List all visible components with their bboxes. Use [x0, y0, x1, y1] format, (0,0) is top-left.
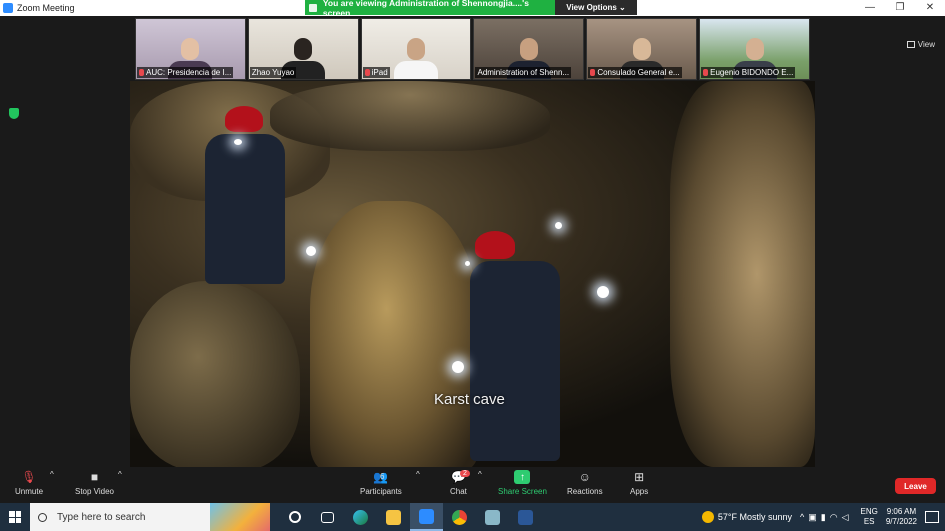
- grid-view-icon: [906, 41, 915, 48]
- meeting-toolbar: 🎙 Unmute ^ ■ Stop Video ^ 👥 6 Participan…: [0, 467, 945, 503]
- muted-mic-icon: [139, 69, 144, 76]
- word-icon[interactable]: [509, 503, 542, 531]
- muted-mic-icon: [590, 69, 596, 76]
- participant-tile[interactable]: Zhao Yuyao: [247, 18, 359, 80]
- leave-button[interactable]: Leave: [895, 478, 936, 494]
- stalactite-formation: [270, 81, 550, 151]
- clock-time: 9:06 AM: [886, 507, 917, 516]
- system-tray: 57°F Mostly sunny ^ ▣ ▮ ◠ ◁ ENG ES 9:06 …: [701, 503, 945, 531]
- share-screen-button[interactable]: ↑ Share Screen: [498, 470, 547, 496]
- participant-name-label: Zhao Yuyao: [249, 67, 297, 78]
- security-shield-icon[interactable]: [9, 108, 19, 119]
- weather-text: 57°F Mostly sunny: [717, 512, 793, 522]
- caver-figure: [190, 106, 310, 306]
- windows-logo-icon: [9, 511, 21, 523]
- search-icon: [38, 512, 47, 522]
- cortana-icon[interactable]: [278, 503, 311, 531]
- zoom-app-icon: [3, 3, 13, 13]
- participant-tile[interactable]: AUC: Presidencia de I...: [135, 18, 246, 80]
- participant-strip: AUC: Presidencia de I... Zhao Yuyao iPad…: [135, 18, 810, 80]
- cave-light: [555, 222, 562, 229]
- participants-options-caret[interactable]: ^: [416, 470, 420, 479]
- task-view-icon[interactable]: [311, 503, 344, 531]
- search-highlight-image: [210, 503, 270, 531]
- cave-column: [670, 81, 815, 467]
- participant-name-label: iPad: [362, 67, 390, 78]
- view-button-label: View: [917, 40, 935, 49]
- pinned-apps: [278, 503, 542, 531]
- wifi-icon[interactable]: ◠: [830, 512, 838, 523]
- notification-center-icon[interactable]: [925, 511, 939, 523]
- participant-name-label: Administration of Shenn...: [475, 67, 572, 78]
- cave-boulder: [130, 281, 300, 467]
- muted-mic-icon: [703, 69, 709, 76]
- share-screen-icon: ↑: [514, 470, 531, 484]
- participant-name-label: Consulado General e...: [588, 67, 682, 78]
- audio-options-caret[interactable]: ^: [50, 470, 54, 479]
- microphone-icon[interactable]: ▮: [821, 512, 826, 523]
- participant-name-label: AUC: Presidencia de I...: [137, 67, 234, 78]
- share-banner: You are viewing Administration of Shenno…: [305, 0, 637, 18]
- window-title: Zoom Meeting: [17, 3, 75, 13]
- chat-unread-badge: 2: [460, 470, 470, 477]
- video-caption: Karst cave: [434, 391, 505, 408]
- headlamp-light: [234, 139, 242, 145]
- chat-options-caret[interactable]: ^: [478, 470, 482, 479]
- start-button[interactable]: [0, 503, 30, 531]
- muted-mic-icon: [364, 69, 370, 76]
- viewing-notice-text: You are viewing Administration of Shenno…: [322, 0, 529, 18]
- participant-tile[interactable]: iPad: [360, 18, 472, 80]
- chrome-icon[interactable]: [443, 503, 476, 531]
- windows-taskbar: Type here to search 57°F Mostly sunny ^ …: [0, 503, 945, 531]
- participant-avatar: [394, 38, 439, 79]
- participant-tile[interactable]: Consulado General e...: [586, 18, 698, 80]
- close-button[interactable]: ✕: [915, 0, 945, 16]
- share-indicator-icon: [309, 3, 317, 12]
- stop-video-button[interactable]: ■ Stop Video: [75, 470, 114, 496]
- unmute-button[interactable]: 🎙 Unmute: [15, 470, 43, 496]
- cave-light: [597, 286, 609, 298]
- file-explorer-icon[interactable]: [377, 503, 410, 531]
- muted-microphone-icon: 🎙: [21, 470, 37, 484]
- search-placeholder: Type here to search: [57, 511, 146, 523]
- video-options-caret[interactable]: ^: [118, 470, 122, 479]
- language-indicator[interactable]: ENG ES: [861, 507, 878, 527]
- cave-light: [465, 261, 470, 266]
- video-camera-icon: ■: [90, 470, 99, 484]
- window-controls: — ❐ ✕: [855, 0, 945, 16]
- flashlight-light: [306, 246, 316, 256]
- edge-icon[interactable]: [344, 503, 377, 531]
- participants-count: 6: [380, 472, 385, 481]
- minimize-button[interactable]: —: [855, 0, 885, 16]
- chat-button[interactable]: 💬 2 Chat: [450, 470, 470, 496]
- taskbar-search-box[interactable]: Type here to search: [30, 503, 270, 531]
- participant-tile[interactable]: Administration of Shenn...: [473, 18, 585, 80]
- apps-button[interactable]: ⊞ Apps: [630, 470, 648, 496]
- weather-widget[interactable]: 57°F Mostly sunny: [701, 511, 793, 523]
- network-icon[interactable]: ▣: [808, 512, 817, 523]
- show-hidden-icons[interactable]: ^: [800, 512, 804, 522]
- view-button[interactable]: View: [906, 40, 935, 49]
- participants-button[interactable]: 👥 6 Participants: [360, 470, 402, 496]
- zoom-taskbar-icon[interactable]: [410, 503, 443, 531]
- reactions-button[interactable]: ☺ Reactions: [567, 470, 603, 496]
- maximize-button[interactable]: ❐: [885, 0, 915, 16]
- taskbar-clock[interactable]: 9:06 AM 9/7/2022: [886, 507, 917, 527]
- smiley-icon: ☺: [578, 470, 591, 484]
- flashlight-light: [452, 361, 464, 373]
- clock-date: 9/7/2022: [885, 517, 917, 526]
- sun-icon: [701, 511, 714, 523]
- volume-icon[interactable]: ◁: [842, 512, 849, 523]
- viewing-notice: You are viewing Administration of Shenno…: [305, 0, 555, 18]
- caver-figure: [450, 231, 580, 467]
- participant-tile[interactable]: Eugenio BIDONDO E...: [699, 18, 810, 80]
- view-options-button[interactable]: View Options ⌄: [555, 0, 637, 15]
- apps-icon: ⊞: [634, 470, 645, 484]
- participant-name-label: Eugenio BIDONDO E...: [701, 67, 796, 78]
- store-icon[interactable]: [476, 503, 509, 531]
- shared-screen: [130, 81, 815, 467]
